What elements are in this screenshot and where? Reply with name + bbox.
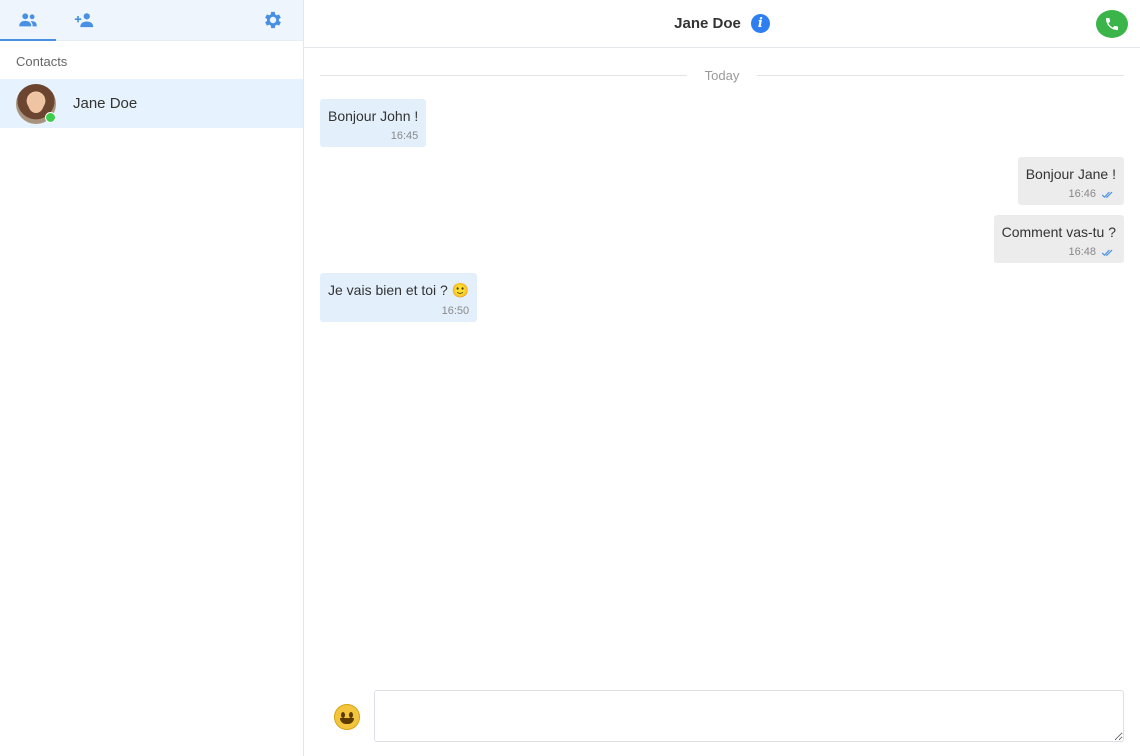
- person-add-icon: [74, 13, 94, 28]
- emoji-icon[interactable]: [334, 704, 360, 730]
- message-row: Je vais bien et toi ? 🙂 16:50: [320, 273, 1124, 322]
- message-input[interactable]: [374, 690, 1124, 742]
- chat-header: Jane Doe i: [304, 0, 1140, 48]
- message-meta: 16:48: [1002, 246, 1116, 258]
- message-text: Bonjour John !: [328, 108, 419, 124]
- message-text: Je vais bien et toi ? 🙂: [328, 282, 470, 298]
- sidebar-toolbar: [0, 0, 303, 41]
- message-bubble-incoming[interactable]: Je vais bien et toi ? 🙂 16:50: [320, 273, 478, 322]
- message-time: 16:50: [441, 305, 470, 317]
- phone-icon: [1106, 18, 1118, 30]
- divider-line: [320, 75, 687, 76]
- contact-item-jane-doe[interactable]: Jane Doe: [0, 79, 303, 128]
- contacts-section-label: Contacts: [16, 54, 68, 69]
- message-time: 16:48: [1068, 246, 1096, 258]
- message-row: Bonjour John ! 16:45: [320, 99, 1124, 147]
- message-time: 16:45: [390, 130, 419, 142]
- message-bubble-incoming[interactable]: Bonjour John ! 16:45: [320, 99, 427, 147]
- contact-name: Jane Doe: [73, 95, 138, 112]
- avatar-face: [28, 92, 44, 113]
- message-meta: 16:45: [328, 130, 419, 142]
- message-text: Bonjour Jane !: [1025, 166, 1116, 182]
- message-meta: 16:46: [1026, 188, 1116, 200]
- people-icon: [19, 13, 37, 27]
- double-check-icon: [1101, 191, 1113, 198]
- message-text: Comment vas-tu ?: [1001, 224, 1116, 240]
- avatar: [16, 83, 56, 124]
- message-time: 16:46: [1068, 188, 1096, 200]
- chat-title: Jane Doe: [674, 15, 741, 32]
- message-meta: 16:50: [328, 305, 470, 317]
- message-composer: [304, 690, 1140, 756]
- message-bubble-outgoing[interactable]: Comment vas-tu ? 16:48: [993, 215, 1124, 263]
- double-check-icon: [1101, 249, 1113, 256]
- divider-line: [757, 75, 1125, 76]
- info-icon[interactable]: i: [750, 14, 770, 33]
- tab-contacts[interactable]: [0, 0, 56, 41]
- message-row: Bonjour Jane ! 16:46: [320, 157, 1124, 205]
- date-divider: Today: [320, 68, 1125, 83]
- call-button[interactable]: [1096, 10, 1128, 38]
- settings-button[interactable]: [255, 0, 291, 40]
- tab-add-contact[interactable]: [56, 0, 112, 40]
- online-status-indicator: [45, 111, 56, 123]
- date-divider-label: Today: [704, 68, 740, 83]
- chat-panel: Jane Doe i Today Bonjour John ! 16:45 Bo…: [304, 0, 1140, 756]
- message-bubble-outgoing[interactable]: Bonjour Jane ! 16:46: [1017, 157, 1124, 205]
- app-window: Contacts Jane Doe Jane Doe i Today Bonjo…: [0, 0, 1140, 756]
- sidebar: Contacts Jane Doe: [0, 0, 304, 756]
- message-row: Comment vas-tu ? 16:48: [320, 215, 1124, 263]
- message-list: Today Bonjour John ! 16:45 Bonjour Jane …: [304, 48, 1140, 690]
- gear-icon: [265, 11, 281, 29]
- emoji-mouth: [340, 718, 354, 724]
